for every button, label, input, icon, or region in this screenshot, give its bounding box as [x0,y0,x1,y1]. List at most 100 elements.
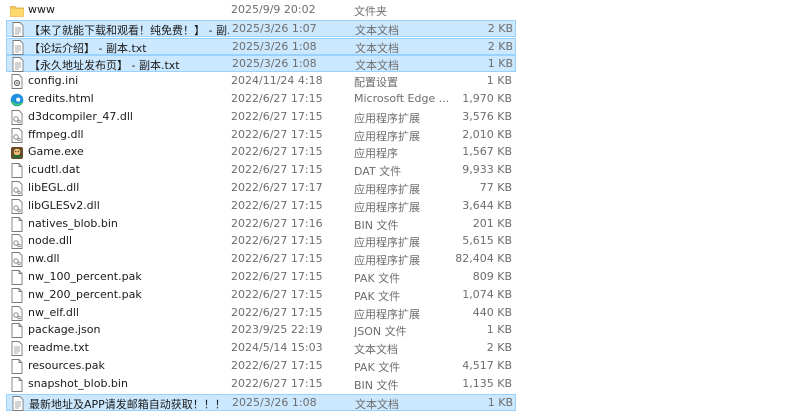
file-name: nw_200_percent.pak [28,287,142,301]
file-date: 2022/6/27 17:15 [231,92,323,105]
file-row[interactable]: nw_elf.dll 2022/6/27 17:15 应用程序扩展 440 KB [6,305,516,322]
file-type: BIN 文件 [354,218,399,232]
file-size: 2 KB [487,21,513,35]
file-row[interactable]: icudtl.dat 2022/6/27 17:15 DAT 文件 9,933 KB [6,162,516,179]
file-date: 2025/3/26 1:08 [232,395,317,409]
file-date: 2025/3/26 1:07 [232,21,317,35]
file-size: 3,576 KB [462,109,512,123]
text-file-icon [10,341,24,357]
file-row[interactable]: d3dcompiler_47.dll 2022/6/27 17:15 应用程序扩展 3… [6,109,516,126]
file-row[interactable]: libGLESv2.dll 2022/6/27 17:15 应用程序扩展 3,644 … [6,198,516,215]
file-type: 应用程序扩展 [354,129,420,143]
file-icon [10,216,24,232]
folder-icon [10,3,24,18]
file-type: 文本文档 [354,343,398,357]
file-type: PAK 文件 [354,361,401,374]
file-icon [10,376,24,392]
file-size: 1 KB [487,395,513,409]
file-size: 1 KB [486,74,512,88]
dll-file-icon [10,198,24,214]
file-row[interactable]: nw_100_percent.pak 2022/6/27 17:15 PAK 文件 8… [6,269,516,286]
file-icon [10,323,24,339]
file-date: 2025/3/26 1:08 [232,57,317,71]
file-date: 2022/6/27 17:15 [231,359,323,372]
file-name: d3dcompiler_47.dll [28,109,133,123]
file-row[interactable]: readme.txt 2024/5/14 15:03 文本文档 2 KB [6,340,516,357]
file-type: 文本文档 [355,397,399,411]
file-row[interactable]: ffmpeg.dll 2022/6/27 17:15 应用程序扩展 2,010 KB [6,127,516,144]
file-row[interactable]: 【永久地址发布页】 - 副本.txt 2025/3/26 1:08 文本文档 1 KB [6,55,516,73]
file-row[interactable]: nw_200_percent.pak 2022/6/27 17:15 PAK 文件 1… [6,287,516,304]
file-name: Game.exe [28,145,84,159]
file-size: 809 KB [472,270,512,283]
file-size: 82,404 KB [455,252,512,266]
file-date: 2022/6/27 17:15 [231,163,323,177]
file-type: 应用程序扩展 [354,254,420,268]
file-date: 2022/6/27 17:15 [231,252,323,266]
file-name: nw_100_percent.pak [28,270,142,283]
dll-file-icon [10,127,24,143]
file-row[interactable]: 【论坛介绍】 - 副本.txt 2025/3/26 1:08 文本文档 2 KB [6,37,516,55]
file-row[interactable]: snapshot_blob.bin 2022/6/27 17:15 BIN 文件 1,… [6,376,516,393]
file-name: natives_blob.bin [28,216,118,230]
file-type: 文本文档 [355,41,399,55]
file-name: readme.txt [28,341,89,355]
file-date: 2022/6/27 17:15 [231,198,323,212]
file-row[interactable]: resources.pak 2022/6/27 17:15 PAK 文件 4,517 … [6,358,516,375]
dll-file-icon [10,234,24,250]
file-date: 2023/9/25 22:19 [231,323,323,337]
file-row[interactable]: config.ini 2024/11/24 4:18 配置设置 1 KB [6,73,516,90]
file-icon [10,359,24,374]
file-type: BIN 文件 [354,378,399,392]
file-name: 【永久地址发布页】 - 副本.txt [29,59,180,73]
text-file-icon [11,395,25,411]
file-type: 配置设置 [354,76,398,90]
dll-file-icon [10,181,24,196]
file-icon [10,270,24,285]
file-name: resources.pak [28,359,105,372]
file-row[interactable]: 最新地址及APP请发邮箱自动获取！！！ 2025/3/26 1:08 文本文档 1 K… [6,393,516,411]
file-size: 1 KB [486,323,512,337]
file-date: 2025/3/26 1:08 [232,39,317,53]
file-size: 5,615 KB [462,234,512,248]
file-date: 2022/6/27 17:15 [231,270,323,283]
text-file-icon [11,57,25,73]
file-name: config.ini [28,74,79,88]
file-name: icudtl.dat [28,163,80,177]
file-size: 440 KB [472,305,512,319]
file-date: 2022/6/27 17:15 [231,376,323,390]
file-name: 最新地址及APP请发邮箱自动获取！！！ [29,397,226,411]
file-size: 4,517 KB [462,359,512,372]
file-size: 3,644 KB [462,198,512,212]
file-row[interactable]: package.json 2023/9/25 22:19 JSON 文件 1 KB [6,322,516,339]
file-size: 9,933 KB [462,163,512,177]
file-date: 2022/6/27 17:15 [231,287,323,301]
file-row[interactable]: 【来了就能下载和观看！纯免费！】 - 副... 2025/3/26 1:07 文本文… [6,19,516,37]
file-name: www [28,3,55,16]
file-row[interactable]: natives_blob.bin 2022/6/27 17:16 BIN 文件 201… [6,216,516,233]
file-name: libEGL.dll [28,181,80,194]
dll-file-icon [10,305,24,321]
file-date: 2025/9/9 20:02 [231,3,316,16]
file-row[interactable]: node.dll 2022/6/27 17:15 应用程序扩展 5,615 KB [6,233,516,250]
file-row[interactable]: credits.html 2022/6/27 17:15 Microsoft Edg… [6,91,516,108]
file-type: 文本文档 [355,23,399,37]
file-type: 应用程序扩展 [354,200,420,214]
file-icon [10,287,24,303]
file-name: credits.html [28,92,94,105]
file-name: ffmpeg.dll [28,127,84,141]
file-row[interactable]: libEGL.dll 2022/6/27 17:17 应用程序扩展 77 KB [6,180,516,197]
file-name: 【论坛介绍】 - 副本.txt [29,41,147,55]
file-row[interactable]: Game.exe 2022/6/27 17:15 应用程序 1,567 KB [6,144,516,161]
file-size: 1,074 KB [462,287,512,301]
file-date: 2022/6/27 17:15 [231,127,323,141]
file-size: 77 KB [479,181,512,194]
file-row[interactable]: nw.dll 2022/6/27 17:15 应用程序扩展 82,404 KB [6,251,516,268]
settings-file-icon [10,74,24,90]
file-size: 2 KB [486,341,512,355]
file-row[interactable]: www 2025/9/9 20:02 文件夹 [6,2,516,19]
file-type: 文件夹 [354,5,387,18]
file-size: 1 KB [487,57,513,71]
file-date: 2022/6/27 17:15 [231,305,323,319]
file-name: snapshot_blob.bin [28,376,128,390]
